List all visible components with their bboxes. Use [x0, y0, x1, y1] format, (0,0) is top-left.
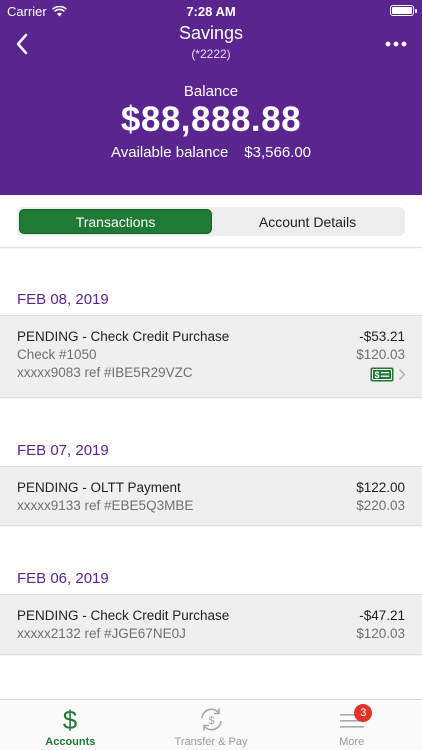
available-balance-value: $3,566.00: [244, 144, 312, 161]
transaction-row[interactable]: PENDING - OLTT Payment xxxxx9133 ref #EB…: [0, 466, 422, 526]
transaction-amount: -$47.21: [359, 608, 405, 623]
transaction-description: PENDING - Check Credit Purchase: [17, 608, 230, 623]
running-balance: $220.03: [356, 498, 405, 513]
svg-text:$: $: [374, 370, 379, 380]
transaction-reference: xxxxx9083 ref #IBE5R29VZC: [17, 365, 193, 380]
battery-icon: [390, 5, 417, 16]
balance-amount: $88,888.88: [120, 100, 302, 139]
running-balance: $120.03: [356, 626, 405, 641]
date-label: FEB 08, 2019: [17, 291, 109, 308]
clock: 7:28 AM: [186, 4, 236, 19]
transaction-detail: Check #1050: [17, 347, 97, 362]
tab-label: Accounts: [45, 736, 96, 748]
segmented-control: Transactions Account Details: [17, 207, 405, 236]
date-label: FEB 07, 2019: [17, 442, 109, 459]
list-gap: [0, 399, 422, 438]
date-header: FEB 08, 2019: [0, 287, 422, 315]
available-balance: Available balance $3,566.00: [0, 144, 422, 161]
more-options-button[interactable]: [384, 34, 408, 54]
ellipsis-icon: [385, 41, 407, 47]
tab-more[interactable]: 3 More: [281, 700, 422, 750]
transaction-description: PENDING - Check Credit Purchase: [17, 329, 230, 344]
row-icons: $: [370, 367, 406, 382]
date-header: FEB 07, 2019: [0, 438, 422, 466]
tab-accounts[interactable]: $ Accounts: [0, 700, 141, 750]
transaction-row[interactable]: PENDING - Check Credit Purchase xxxxx213…: [0, 594, 422, 655]
notification-badge: 3: [354, 704, 373, 722]
tab-bar-container: Transactions Account Details: [0, 195, 422, 248]
transaction-amount: $122.00: [356, 480, 405, 495]
date-label: FEB 06, 2019: [17, 570, 109, 587]
status-bar: Carrier 7:28 AM: [0, 0, 422, 22]
date-header: FEB 06, 2019: [0, 566, 422, 594]
available-balance-label: Available balance: [110, 144, 229, 161]
list-gap: [0, 249, 422, 287]
bottom-tab-bar: $ Accounts $ Transfer & Pay 3 More: [0, 699, 422, 750]
transaction-reference: xxxxx9133 ref #EBE5Q3MBE: [17, 498, 194, 513]
transaction-amount: -$53.21: [359, 329, 405, 344]
page-title: Savings: [178, 23, 244, 43]
list-gap: [0, 656, 422, 699]
svg-text:$: $: [63, 706, 78, 733]
tab-label: Transfer & Pay: [174, 736, 248, 748]
transfer-icon: $: [200, 708, 222, 731]
transaction-description: PENDING - OLTT Payment: [17, 480, 181, 495]
tab-transactions[interactable]: Transactions: [19, 209, 212, 234]
check-image-icon[interactable]: $: [370, 367, 394, 382]
account-header: Savings (*2222) Balance $88,888.88 Avail…: [0, 22, 422, 195]
tab-label: More: [339, 736, 365, 748]
tab-transfer-pay[interactable]: $ Transfer & Pay: [141, 700, 282, 750]
tab-account-details[interactable]: Account Details: [212, 209, 403, 234]
running-balance: $120.03: [356, 347, 405, 362]
svg-text:$: $: [208, 715, 214, 727]
list-gap: [0, 527, 422, 566]
transaction-row[interactable]: PENDING - Check Credit Purchase Check #1…: [0, 315, 422, 398]
balance-label: Balance: [183, 83, 239, 100]
transaction-reference: xxxxx2132 ref #JGE67NE0J: [17, 626, 186, 641]
account-number: (*2222): [191, 47, 231, 61]
dollar-icon: $: [63, 706, 78, 733]
chevron-right-icon: [398, 368, 406, 381]
